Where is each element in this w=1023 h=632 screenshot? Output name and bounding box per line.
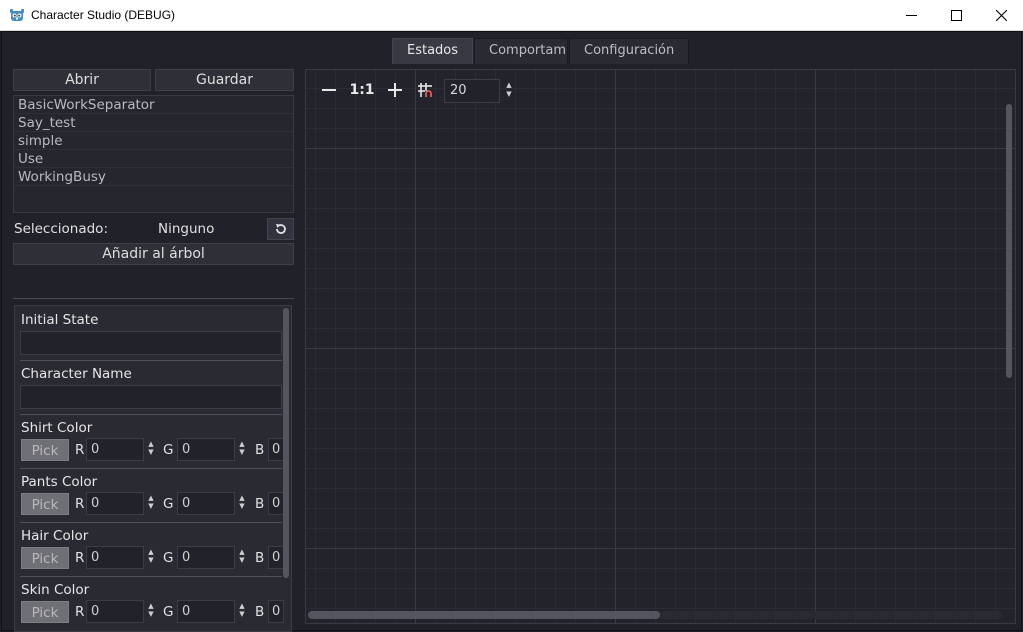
separator bbox=[20, 468, 282, 469]
state-list: BasicWorkSeparator Say_test simple Use W… bbox=[13, 95, 294, 213]
b-label: B bbox=[255, 550, 265, 566]
g-label: G bbox=[163, 496, 174, 512]
graph-horizontal-scrollbar[interactable] bbox=[308, 611, 660, 619]
save-button[interactable]: Guardar bbox=[155, 69, 294, 91]
app-window: Estados Comportamiento Configuración Abr… bbox=[1, 31, 1022, 632]
spin-arrows-icon[interactable]: ▲ ▼ bbox=[146, 440, 156, 460]
b-label: B bbox=[255, 442, 265, 458]
title-bar: Character Studio (DEBUG) bbox=[0, 0, 1023, 31]
properties-inspector: Initial State Character Name Shirt Color… bbox=[14, 305, 292, 632]
hair-color-label: Hair Color bbox=[21, 528, 89, 544]
graph-canvas[interactable]: 1:1 20 ▲ ▼ bbox=[305, 69, 1016, 624]
tab-comportamiento[interactable]: Comportamiento bbox=[474, 38, 569, 64]
close-button[interactable] bbox=[978, 0, 1023, 31]
add-to-tree-button[interactable]: Añadir al árbol bbox=[13, 243, 294, 265]
skin-r-input[interactable]: 0 bbox=[86, 600, 144, 623]
snap-step-input[interactable]: 20 bbox=[444, 79, 500, 103]
skin-pick-button[interactable]: Pick bbox=[21, 601, 69, 623]
list-item[interactable]: Say_test bbox=[14, 114, 293, 132]
r-label: R bbox=[75, 604, 85, 620]
minimize-icon bbox=[905, 15, 917, 16]
hair-g-input[interactable]: 0 bbox=[177, 546, 235, 569]
left-panel: Abrir Guardar BasicWorkSeparator Say_tes… bbox=[12, 69, 295, 632]
tab-configuracion[interactable]: Configuración bbox=[569, 38, 690, 64]
minus-icon bbox=[322, 89, 336, 91]
b-label: B bbox=[255, 496, 265, 512]
initial-state-field[interactable] bbox=[20, 331, 282, 355]
hair-b-input[interactable]: 0 bbox=[268, 546, 284, 569]
spin-arrows-icon[interactable]: ▲ ▼ bbox=[237, 494, 247, 514]
list-item[interactable]: Use bbox=[14, 150, 293, 168]
separator bbox=[20, 522, 282, 523]
initial-state-label: Initial State bbox=[21, 312, 99, 328]
spin-arrows-icon[interactable]: ▲ ▼ bbox=[237, 602, 247, 622]
character-name-label: Character Name bbox=[21, 366, 132, 382]
character-name-field[interactable] bbox=[20, 385, 282, 409]
separator bbox=[20, 360, 282, 361]
separator bbox=[20, 414, 282, 415]
divider bbox=[13, 298, 294, 299]
selected-label: Seleccionado: bbox=[14, 221, 108, 237]
g-label: G bbox=[163, 604, 174, 620]
pants-pick-button[interactable]: Pick bbox=[21, 493, 69, 515]
godot-app-icon bbox=[10, 9, 24, 21]
shirt-color-label: Shirt Color bbox=[21, 420, 93, 436]
snap-toggle-button[interactable] bbox=[414, 78, 436, 102]
zoom-in-button[interactable] bbox=[384, 78, 406, 102]
shirt-g-input[interactable]: 0 bbox=[177, 438, 235, 461]
list-item[interactable]: WorkingBusy bbox=[14, 168, 293, 186]
window-title: Character Studio (DEBUG) bbox=[31, 8, 176, 22]
spin-arrows-icon[interactable]: ▲ ▼ bbox=[237, 548, 247, 568]
close-icon bbox=[995, 10, 1007, 21]
reset-selection-button[interactable] bbox=[267, 218, 294, 240]
plus-icon bbox=[388, 83, 402, 97]
spin-arrows-icon[interactable]: ▲ ▼ bbox=[146, 602, 156, 622]
spin-arrows-icon[interactable]: ▲ ▼ bbox=[146, 494, 156, 514]
maximize-button[interactable] bbox=[933, 0, 979, 31]
list-item[interactable]: BasicWorkSeparator bbox=[14, 96, 293, 114]
open-button[interactable]: Abrir bbox=[13, 69, 151, 91]
separator bbox=[20, 576, 282, 577]
shirt-b-input[interactable]: 0 bbox=[268, 438, 284, 461]
r-label: R bbox=[75, 496, 85, 512]
inspector-vertical-scrollbar[interactable] bbox=[283, 308, 289, 578]
maximize-icon bbox=[950, 10, 962, 21]
hair-pick-button[interactable]: Pick bbox=[21, 547, 69, 569]
g-label: G bbox=[163, 442, 174, 458]
shirt-r-input[interactable]: 0 bbox=[86, 438, 144, 461]
zoom-out-button[interactable] bbox=[318, 78, 340, 102]
snap-grid-icon bbox=[418, 83, 432, 97]
minimize-button[interactable] bbox=[888, 0, 934, 31]
graph-vertical-scrollbar[interactable] bbox=[1006, 104, 1012, 378]
shirt-pick-button[interactable]: Pick bbox=[21, 439, 69, 461]
spin-arrows-icon[interactable]: ▲ ▼ bbox=[504, 81, 514, 99]
main-tabs: Estados Comportamiento Configuración bbox=[392, 38, 690, 64]
pants-b-input[interactable]: 0 bbox=[268, 492, 284, 515]
r-label: R bbox=[75, 442, 85, 458]
pants-color-label: Pants Color bbox=[21, 474, 98, 490]
spin-arrows-icon[interactable]: ▲ ▼ bbox=[146, 548, 156, 568]
pants-r-input[interactable]: 0 bbox=[86, 492, 144, 515]
zoom-reset-button[interactable]: 1:1 bbox=[349, 78, 374, 102]
spin-arrows-icon[interactable]: ▲ ▼ bbox=[237, 440, 247, 460]
b-label: B bbox=[255, 604, 265, 620]
skin-color-label: Skin Color bbox=[21, 582, 90, 598]
tab-estados[interactable]: Estados bbox=[392, 38, 474, 64]
list-item[interactable]: simple bbox=[14, 132, 293, 150]
r-label: R bbox=[75, 550, 85, 566]
skin-b-input[interactable]: 0 bbox=[268, 600, 284, 623]
skin-g-input[interactable]: 0 bbox=[177, 600, 235, 623]
selected-value: Ninguno bbox=[158, 221, 215, 237]
reload-icon bbox=[275, 224, 286, 234]
pants-g-input[interactable]: 0 bbox=[177, 492, 235, 515]
hair-r-input[interactable]: 0 bbox=[86, 546, 144, 569]
g-label: G bbox=[163, 550, 174, 566]
